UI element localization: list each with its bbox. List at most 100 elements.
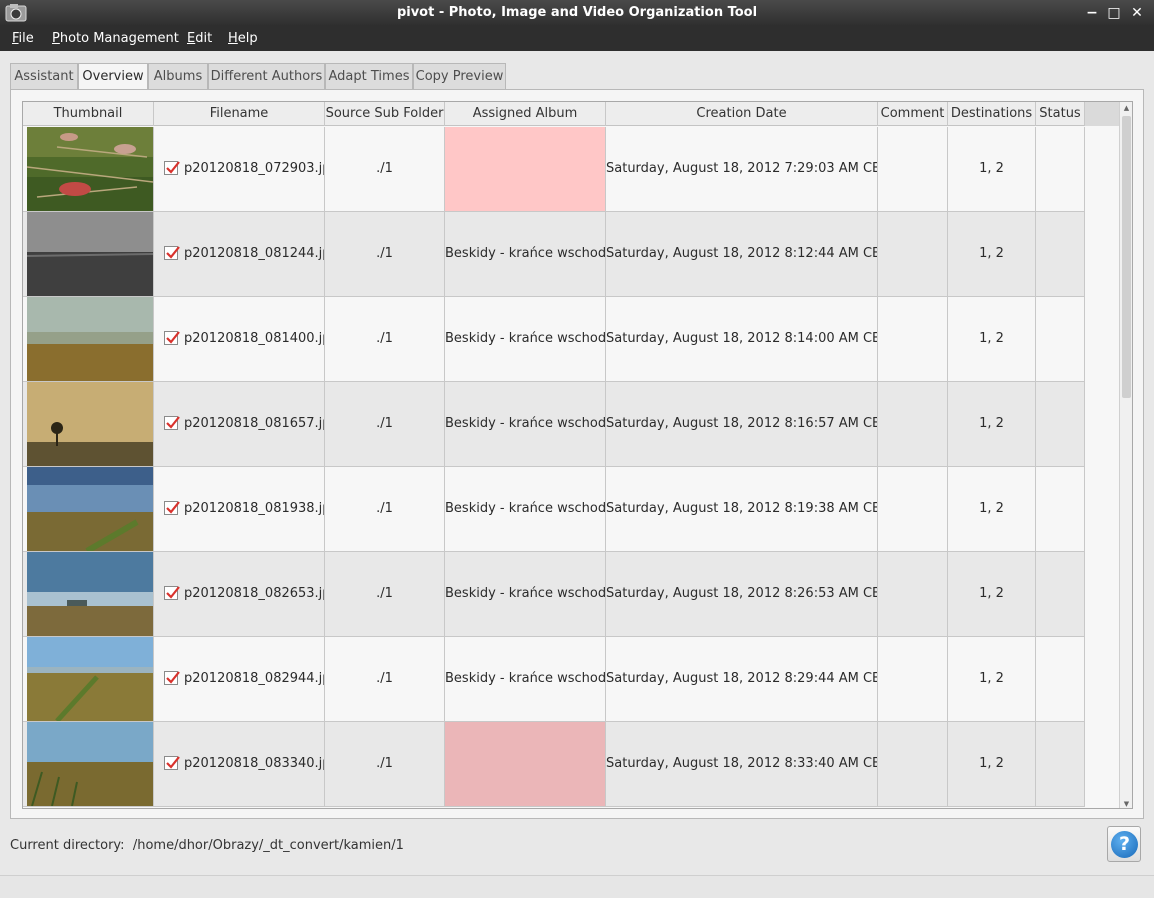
comment-cell[interactable]	[878, 382, 948, 466]
assigned-album-cell[interactable]: Beskidy - krańce wschodnie	[445, 382, 606, 466]
table-row[interactable]: p20120818_072903.jpg ./1 Saturday, August …	[23, 127, 1085, 212]
creation-date-cell[interactable]: Saturday, August 18, 2012 8:29:44 AM CES…	[606, 637, 878, 721]
photo-table[interactable]: Thumbnail Filename Source Sub Folder Ass…	[22, 101, 1133, 809]
include-checkbox[interactable]	[164, 670, 180, 685]
include-checkbox[interactable]	[164, 585, 180, 600]
table-row[interactable]: p20120818_081400.jpg ./1 Beskidy - krańce …	[23, 297, 1085, 382]
menu-file-label: ile	[18, 31, 34, 46]
destinations-cell[interactable]: 1, 2	[948, 127, 1036, 211]
creation-date-cell[interactable]: Saturday, August 18, 2012 8:19:38 AM CES…	[606, 467, 878, 551]
column-header-filename[interactable]: Filename	[154, 102, 325, 126]
status-cell[interactable]	[1036, 212, 1085, 296]
creation-date-cell[interactable]: Saturday, August 18, 2012 7:29:03 AM CES…	[606, 127, 878, 211]
column-header-destinations[interactable]: Destinations	[948, 102, 1036, 126]
filename-text: p20120818_081938.jpg	[184, 501, 325, 516]
table-row[interactable]: p20120818_082653.jpg ./1 Beskidy - krańce …	[23, 552, 1085, 637]
table-row[interactable]: p20120818_081938.jpg ./1 Beskidy - krańce …	[23, 467, 1085, 552]
creation-date-cell[interactable]: Saturday, August 18, 2012 8:33:40 AM CES…	[606, 722, 878, 806]
source-sub-folder-cell[interactable]: ./1	[325, 722, 445, 806]
tab-assistant[interactable]: Assistant	[10, 63, 78, 90]
destinations-cell[interactable]: 1, 2	[948, 467, 1036, 551]
minimize-button[interactable]: −	[1082, 3, 1102, 23]
destinations-cell[interactable]: 1, 2	[948, 297, 1036, 381]
table-row[interactable]: p20120818_083340.jpg ./1 Saturday, August …	[23, 722, 1085, 807]
include-checkbox[interactable]	[164, 160, 180, 175]
tab-adapt-times[interactable]: Adapt Times	[325, 63, 413, 90]
comment-cell[interactable]	[878, 127, 948, 211]
include-checkbox[interactable]	[164, 755, 180, 770]
comment-cell[interactable]	[878, 722, 948, 806]
column-header-status[interactable]: Status	[1036, 102, 1085, 126]
filename-text: p20120818_082944.jpg	[184, 671, 325, 686]
table-row[interactable]: p20120818_082944.jpg ./1 Beskidy - krańce …	[23, 637, 1085, 722]
assigned-album-cell[interactable]: Beskidy - krańce wschodnie	[445, 212, 606, 296]
status-cell[interactable]	[1036, 297, 1085, 381]
tab-albums[interactable]: Albums	[148, 63, 208, 90]
destinations-cell[interactable]: 1, 2	[948, 382, 1036, 466]
header-filler	[1085, 102, 1119, 126]
comment-cell[interactable]	[878, 212, 948, 296]
source-sub-folder-cell[interactable]: ./1	[325, 467, 445, 551]
source-sub-folder-cell[interactable]: ./1	[325, 212, 445, 296]
comment-cell[interactable]	[878, 552, 948, 636]
assigned-album-cell[interactable]: Beskidy - krańce wschodnie	[445, 637, 606, 721]
include-checkbox[interactable]	[164, 330, 180, 345]
scroll-up-icon[interactable]: ▲	[1120, 103, 1132, 113]
destinations-cell[interactable]: 1, 2	[948, 552, 1036, 636]
checkmark-icon	[166, 415, 180, 429]
menu-help[interactable]: Help	[228, 31, 258, 46]
column-header-assigned-album[interactable]: Assigned Album	[445, 102, 606, 126]
menu-edit[interactable]: Edit	[187, 31, 212, 46]
thumbnail-cell	[23, 552, 154, 636]
destinations-cell[interactable]: 1, 2	[948, 637, 1036, 721]
assigned-album-cell[interactable]	[445, 127, 606, 211]
table-row[interactable]: p20120818_081657.jpg ./1 Beskidy - krańce …	[23, 382, 1085, 467]
status-cell[interactable]	[1036, 382, 1085, 466]
creation-date-cell[interactable]: Saturday, August 18, 2012 8:16:57 AM CES…	[606, 382, 878, 466]
assigned-album-cell[interactable]: Beskidy - krańce wschodnie	[445, 467, 606, 551]
menu-file[interactable]: File	[12, 31, 34, 46]
scroll-down-icon[interactable]: ▼	[1120, 799, 1132, 808]
destinations-cell[interactable]: 1, 2	[948, 722, 1036, 806]
help-button[interactable]: ?	[1107, 826, 1141, 862]
comment-cell[interactable]	[878, 467, 948, 551]
include-checkbox[interactable]	[164, 500, 180, 515]
menu-photo-management[interactable]: Photo Management	[52, 31, 179, 46]
status-cell[interactable]	[1036, 722, 1085, 806]
tab-copy-preview[interactable]: Copy Preview	[413, 63, 506, 90]
creation-date-cell[interactable]: Saturday, August 18, 2012 8:12:44 AM CES…	[606, 212, 878, 296]
assigned-album-cell[interactable]	[445, 722, 606, 806]
assigned-album-cell[interactable]: Beskidy - krańce wschodnie	[445, 552, 606, 636]
column-header-creation-date[interactable]: Creation Date	[606, 102, 878, 126]
column-header-source-sub-folder[interactable]: Source Sub Folder	[325, 102, 445, 126]
maximize-button[interactable]: □	[1104, 3, 1124, 23]
source-sub-folder-cell[interactable]: ./1	[325, 127, 445, 211]
source-sub-folder-cell[interactable]: ./1	[325, 382, 445, 466]
table-row[interactable]: p20120818_081244.jpg ./1 Beskidy - krańce …	[23, 212, 1085, 297]
status-cell[interactable]	[1036, 127, 1085, 211]
scrollbar-thumb[interactable]	[1122, 116, 1131, 398]
source-sub-folder-cell[interactable]: ./1	[325, 637, 445, 721]
comment-cell[interactable]	[878, 637, 948, 721]
status-cell[interactable]	[1036, 637, 1085, 721]
close-button[interactable]: ✕	[1127, 3, 1147, 23]
source-sub-folder-cell[interactable]: ./1	[325, 297, 445, 381]
assigned-album-cell[interactable]: Beskidy - krańce wschodnie	[445, 297, 606, 381]
tab-overview[interactable]: Overview	[78, 63, 148, 91]
menu-edit-label: dit	[195, 31, 213, 46]
comment-cell[interactable]	[878, 297, 948, 381]
status-cell[interactable]	[1036, 467, 1085, 551]
creation-date-cell[interactable]: Saturday, August 18, 2012 8:26:53 AM CES…	[606, 552, 878, 636]
source-sub-folder-cell[interactable]: ./1	[325, 552, 445, 636]
column-header-thumbnail[interactable]: Thumbnail	[23, 102, 154, 126]
include-checkbox[interactable]	[164, 245, 180, 260]
creation-date-cell[interactable]: Saturday, August 18, 2012 8:14:00 AM CES…	[606, 297, 878, 381]
column-header-comment[interactable]: Comment	[878, 102, 948, 126]
include-checkbox[interactable]	[164, 415, 180, 430]
menu-edit-mnemonic: E	[187, 31, 196, 46]
destinations-cell[interactable]: 1, 2	[948, 212, 1036, 296]
filename-text: p20120818_083340.jpg	[184, 756, 325, 771]
status-cell[interactable]	[1036, 552, 1085, 636]
tab-different-authors[interactable]: Different Authors	[208, 63, 325, 90]
vertical-scrollbar[interactable]: ▲ ▼	[1119, 102, 1132, 808]
